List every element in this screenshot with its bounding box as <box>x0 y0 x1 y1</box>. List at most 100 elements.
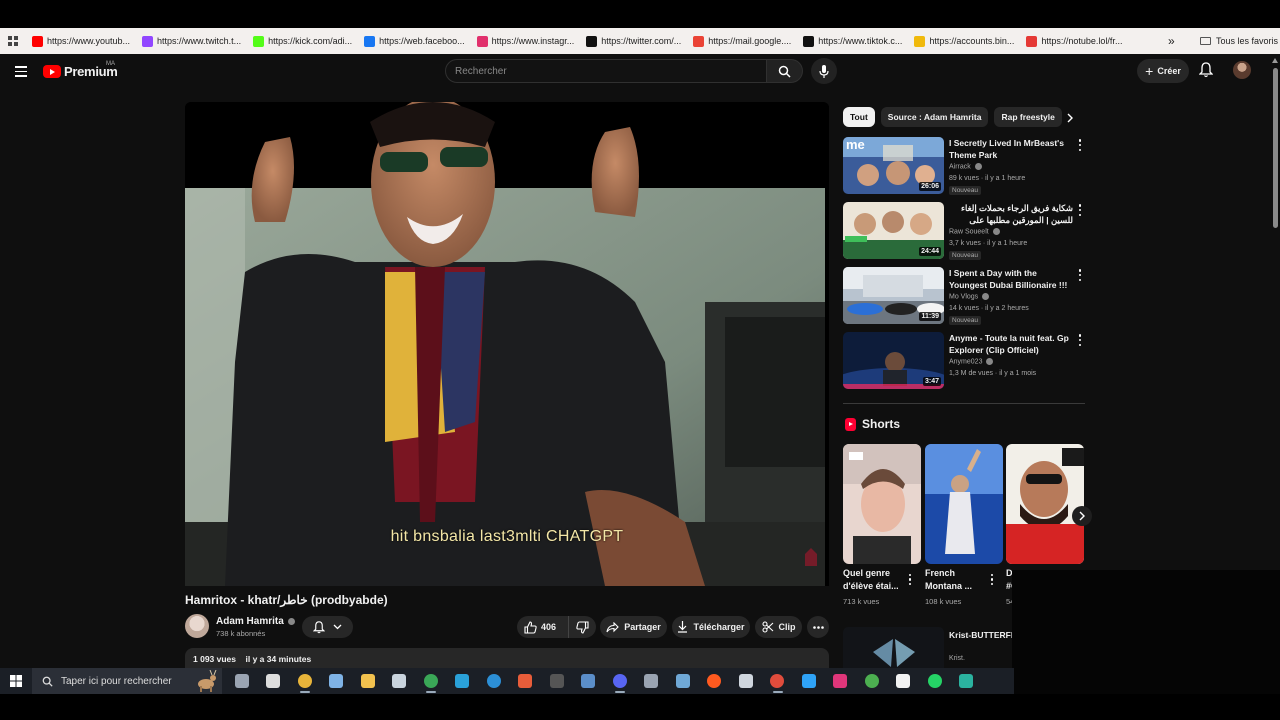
bookmark-item[interactable]: https://www.youtub... <box>26 28 136 54</box>
share-button[interactable]: Partager <box>600 616 667 638</box>
shorts-next-button[interactable] <box>1072 506 1092 526</box>
like-button[interactable]: 406 <box>517 616 569 638</box>
download-button[interactable]: Télécharger <box>672 616 750 638</box>
youtube-premium-logo[interactable]: Premium MA <box>43 61 118 79</box>
bookmark-item[interactable]: https://web.faceboo... <box>358 28 471 54</box>
app-icon-3[interactable] <box>951 668 983 694</box>
download-label: Télécharger <box>693 622 745 632</box>
chevron-right-icon[interactable] <box>1064 111 1076 123</box>
more-horizontal-icon <box>812 625 824 629</box>
photoshop-icon[interactable] <box>793 668 825 694</box>
short-thumbnail[interactable] <box>1006 444 1084 564</box>
bookmark-label: https://www.tiktok.c... <box>818 36 903 46</box>
whatsapp-icon[interactable] <box>919 668 951 694</box>
channel-name[interactable]: Adam Hamrita <box>216 616 295 627</box>
more-actions-button[interactable] <box>807 616 829 638</box>
chip-rap-freestyle[interactable]: Rap freestyle <box>994 107 1062 127</box>
shorts-heading-text: Shorts <box>862 417 901 431</box>
recommended-video[interactable]: me 26:06 I Secretly Lived In MrBeast's T… <box>843 137 1088 197</box>
photos-icon[interactable] <box>510 668 542 694</box>
channel-avatar[interactable] <box>185 614 209 638</box>
video-thumbnail[interactable]: 3:47 <box>843 332 944 389</box>
chrome-icon-2[interactable] <box>415 668 447 694</box>
menu-icon[interactable] <box>15 66 27 80</box>
bookmark-label: https://web.faceboo... <box>379 36 465 46</box>
short-title[interactable]: French Montana ... <box>925 567 985 593</box>
app-icon[interactable] <box>636 668 668 694</box>
obs-icon[interactable] <box>541 668 573 694</box>
scissors-icon <box>761 621 773 633</box>
video-thumbnail[interactable]: 11:39 <box>843 267 944 324</box>
verified-icon <box>974 163 982 170</box>
subscription-bell-button[interactable] <box>302 616 353 638</box>
video-thumbnail[interactable]: 24:44 <box>843 202 944 259</box>
recommended-video[interactable]: 3:47 Anyme - Toute la nuit feat. Gp Expl… <box>843 332 1088 392</box>
bookmark-item[interactable]: https://mail.google.... <box>687 28 797 54</box>
bookmark-label: https://mail.google.... <box>708 36 792 46</box>
clip-button[interactable]: Clip <box>755 616 802 638</box>
new-badge: Nouveau <box>949 186 982 195</box>
short-thumbnail[interactable] <box>925 444 1003 564</box>
bookmark-item[interactable]: https://accounts.bin... <box>908 28 1020 54</box>
all-bookmarks-button[interactable]: Tous les favoris <box>1200 28 1278 54</box>
edge-icon[interactable] <box>478 668 510 694</box>
voice-search-button[interactable] <box>811 58 837 84</box>
calendar-icon[interactable] <box>888 668 920 694</box>
kebab-menu-icon[interactable] <box>1075 334 1085 346</box>
bookmarks-more-button[interactable]: » <box>1168 28 1175 54</box>
dislike-button[interactable] <box>569 620 595 634</box>
kebab-menu-icon[interactable] <box>1075 204 1085 216</box>
search-input[interactable] <box>446 60 766 82</box>
notes-icon[interactable] <box>321 668 353 694</box>
bookmark-item[interactable]: https://notube.lol/fr... <box>1020 28 1128 54</box>
app-icon-2[interactable] <box>825 668 857 694</box>
chip-all[interactable]: Tout <box>843 107 875 127</box>
bookmark-item[interactable]: https://kick.com/adi... <box>247 28 358 54</box>
new-badge: Nouveau <box>949 316 982 325</box>
ea-icon[interactable] <box>699 668 731 694</box>
epic-games-icon[interactable] <box>258 668 290 694</box>
video-thumbnail[interactable] <box>843 627 944 672</box>
steam-icon[interactable] <box>573 668 605 694</box>
search-field[interactable] <box>445 59 767 83</box>
account-avatar[interactable] <box>1233 61 1251 79</box>
bookmark-item[interactable]: https://www.tiktok.c... <box>797 28 908 54</box>
kebab-menu-icon[interactable] <box>1075 139 1085 151</box>
chrome-icon[interactable] <box>289 668 321 694</box>
inbox-icon[interactable] <box>730 668 762 694</box>
file-explorer-icon[interactable] <box>352 668 384 694</box>
chrome-icon-3[interactable] <box>762 668 794 694</box>
kebab-menu-icon[interactable] <box>989 574 995 585</box>
bookmark-item[interactable]: https://www.twitch.t... <box>136 28 247 54</box>
video-player[interactable]: hit bnsbalia last3mlti CHATGPT <box>185 102 829 586</box>
recommended-video[interactable]: 24:44 شكاية فريق الرجاء بحملات إلغاء للس… <box>843 202 1088 262</box>
short-title[interactable]: Quel genre d'élève étai... <box>843 567 903 593</box>
bookmark-item[interactable]: https://twitter.com/... <box>580 28 687 54</box>
discord-icon[interactable] <box>604 668 636 694</box>
shield-icon[interactable] <box>384 668 416 694</box>
windows-taskbar: Taper ici pour rechercher <box>0 668 1014 694</box>
plus-icon: + <box>1145 63 1154 79</box>
task-view-icon[interactable] <box>226 668 258 694</box>
bookmark-label: https://notube.lol/fr... <box>1041 36 1123 46</box>
deer-illustration-icon <box>194 669 218 695</box>
notifications-bell-icon[interactable] <box>1198 62 1214 83</box>
bookmark-item[interactable]: https://www.instagr... <box>471 28 581 54</box>
short-thumbnail[interactable] <box>843 444 921 564</box>
search-button[interactable] <box>767 59 803 83</box>
scrollbar-thumb[interactable] <box>1273 68 1278 228</box>
apps-grid-icon[interactable] <box>0 28 26 54</box>
taskbar-search[interactable]: Taper ici pour rechercher <box>32 668 222 694</box>
video-thumbnail[interactable]: me 26:06 <box>843 137 944 194</box>
chip-source[interactable]: Source : Adam Hamrita <box>880 107 989 127</box>
kebab-menu-icon[interactable] <box>1075 269 1085 281</box>
description-box[interactable]: 1 093 vues il y a 34 minutes <box>185 648 829 670</box>
chrome-icon-4[interactable] <box>856 668 888 694</box>
create-button[interactable]: + Créer <box>1137 59 1189 83</box>
kebab-menu-icon[interactable] <box>907 574 913 585</box>
recommended-video[interactable]: 11:39 I Spent a Day with the Youngest Du… <box>843 267 1088 327</box>
calculator-icon[interactable] <box>667 668 699 694</box>
scroll-up-arrow-icon[interactable] <box>1272 58 1278 63</box>
start-button[interactable] <box>0 668 32 694</box>
telegram-icon[interactable] <box>447 668 479 694</box>
